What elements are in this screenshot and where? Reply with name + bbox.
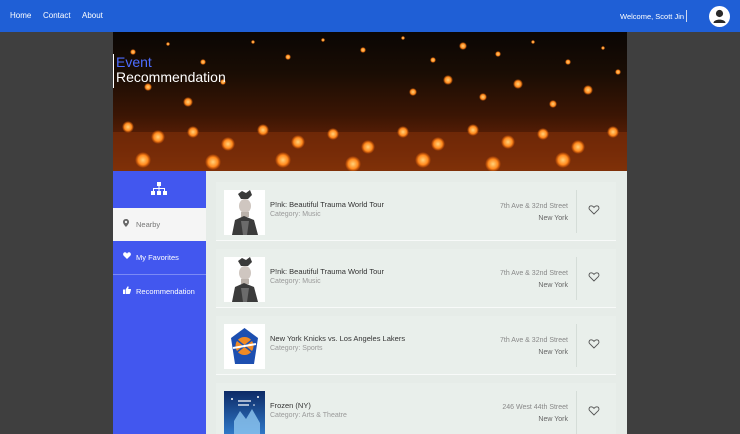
- event-address: 7th Ave & 32nd Street New York: [500, 201, 568, 225]
- event-address: 7th Ave & 32nd Street New York: [500, 268, 568, 292]
- event-city: New York: [538, 282, 568, 289]
- hero-title-bar: [113, 54, 114, 88]
- nav-divider: [686, 10, 687, 22]
- nav-home-link[interactable]: Home: [10, 11, 31, 20]
- event-street: 7th Ave & 32nd Street: [500, 270, 568, 277]
- hero-banner: [113, 32, 627, 171]
- event-address: 246 West 44th Street New York: [502, 402, 568, 426]
- event-thumbnail: [224, 257, 265, 302]
- user-avatar-icon[interactable]: [709, 6, 730, 27]
- event-street: 7th Ave & 32nd Street: [500, 337, 568, 344]
- event-street: 246 West 44th Street: [502, 404, 568, 411]
- sitemap-icon: [151, 182, 167, 195]
- event-thumbnail: [224, 190, 265, 235]
- sidebar-header: [113, 171, 206, 208]
- lanterns-image: [113, 36, 627, 171]
- favorite-heart-icon[interactable]: [588, 337, 600, 349]
- welcome-text: Welcome, Scott Jin: [620, 12, 685, 21]
- nav-about-link[interactable]: About: [82, 11, 103, 20]
- event-thumbnail: [224, 391, 265, 434]
- event-name[interactable]: Frozen (NY): [270, 401, 311, 410]
- event-city: New York: [538, 349, 568, 356]
- thumbs-up-icon: [123, 286, 132, 296]
- event-name[interactable]: P!nk: Beautiful Trauma World Tour: [270, 200, 384, 209]
- sidebar-item-recommendation[interactable]: Recommendation: [113, 274, 206, 434]
- favorite-heart-icon[interactable]: [588, 404, 600, 416]
- sidebar-item-label: My Favorites: [136, 253, 179, 262]
- event-category: Category: Sports: [270, 345, 323, 352]
- event-name[interactable]: P!nk: Beautiful Trauma World Tour: [270, 267, 384, 276]
- sidebar-item-label: Recommendation: [136, 287, 195, 296]
- event-row[interactable]: P!nk: Beautiful Trauma World Tour Catego…: [216, 249, 616, 308]
- event-row[interactable]: P!nk: Beautiful Trauma World Tour Catego…: [216, 182, 616, 241]
- sidebar-item-nearby[interactable]: Nearby: [113, 208, 206, 241]
- event-name[interactable]: New York Knicks vs. Los Angeles Lakers: [270, 334, 405, 343]
- event-category: Category: Music: [270, 278, 321, 285]
- sidebar-item-label: Nearby: [136, 220, 161, 229]
- row-divider: [576, 257, 577, 300]
- hero-title-event: Event: [116, 54, 152, 70]
- event-city: New York: [538, 215, 568, 222]
- favorite-heart-icon[interactable]: [588, 270, 600, 282]
- event-city: New York: [538, 416, 568, 423]
- event-row[interactable]: New York Knicks vs. Los Angeles Lakers C…: [216, 316, 616, 375]
- row-divider: [576, 391, 577, 434]
- nav-contact-link[interactable]: Contact: [43, 11, 71, 20]
- event-category: Category: Music: [270, 211, 321, 218]
- event-street: 7th Ave & 32nd Street: [500, 203, 568, 210]
- event-row[interactable]: Frozen (NY) Category: Arts & Theatre 246…: [216, 383, 616, 434]
- event-address: 7th Ave & 32nd Street New York: [500, 335, 568, 359]
- row-divider: [576, 324, 577, 367]
- map-marker-icon: [123, 219, 129, 229]
- row-divider: [576, 190, 577, 233]
- sidebar-item-favorites[interactable]: My Favorites: [113, 241, 206, 274]
- hero-title-recommendation: Recommendation: [116, 69, 226, 85]
- top-nav-bar: Home Contact About Welcome, Scott Jin: [0, 0, 740, 32]
- event-category: Category: Arts & Theatre: [270, 412, 347, 419]
- favorite-heart-icon[interactable]: [588, 203, 600, 215]
- event-thumbnail: [224, 324, 265, 369]
- heart-icon: [123, 252, 131, 261]
